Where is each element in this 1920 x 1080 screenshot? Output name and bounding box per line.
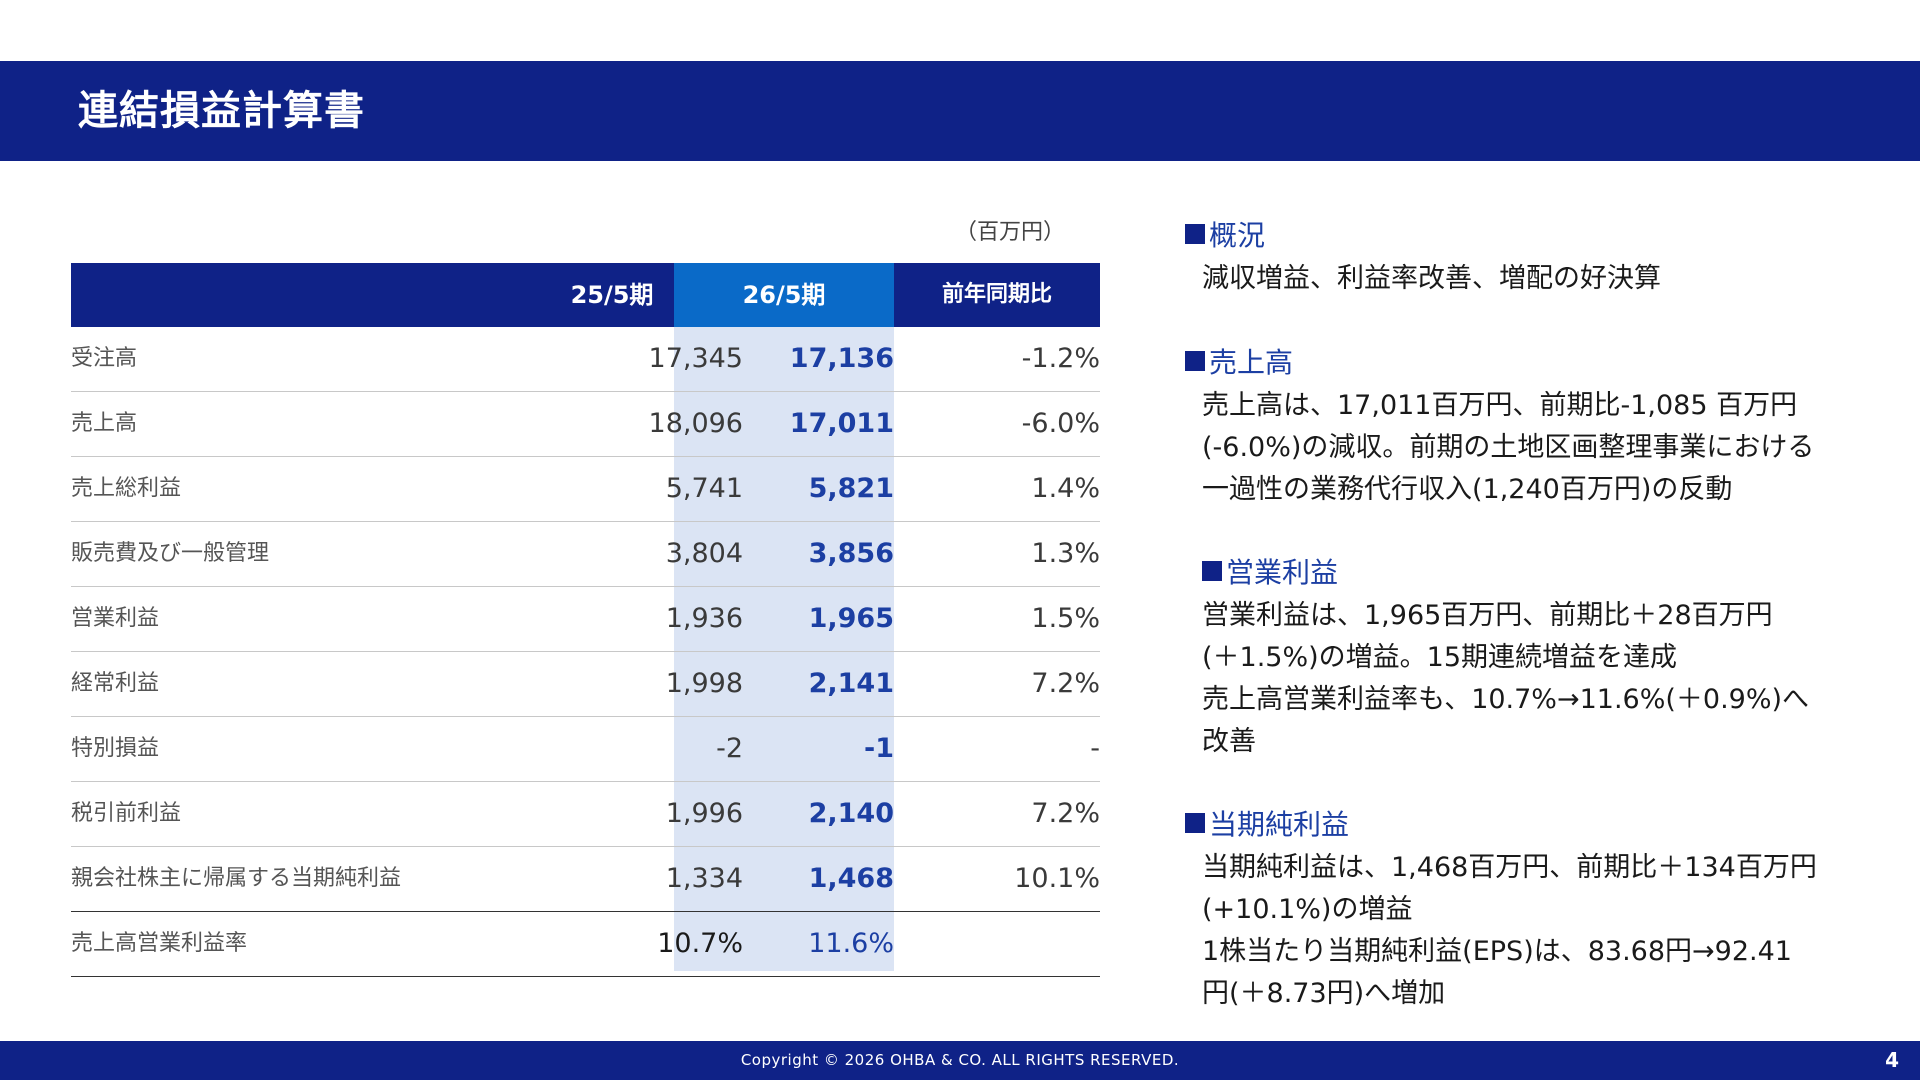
value-yoy: 1.4% <box>1031 473 1100 504</box>
table-row: 親会社株主に帰属する当期純利益 1,334 1,468 10.1% <box>71 847 1100 912</box>
page-title: 連結損益計算書 <box>78 88 365 134</box>
overview-line: 減収増益、利益率改善、増配の好決算 <box>1202 263 1661 294</box>
unit-label: （百万円） <box>955 220 1066 245</box>
row-label: 営業利益 <box>71 606 160 631</box>
value-curr: 11.6% <box>808 928 894 959</box>
value-yoy: 1.5% <box>1031 603 1100 634</box>
value-yoy: -1.2% <box>1021 343 1100 374</box>
value-curr: 17,011 <box>789 408 894 439</box>
value-yoy: -6.0% <box>1021 408 1100 439</box>
table-row: 受注高 17,345 17,136 -1.2% <box>71 327 1100 392</box>
sales-line: (-6.0%)の減収。前期の土地区画整理事業における <box>1202 432 1815 463</box>
table-row: 特別損益 -2 -1 - <box>71 717 1100 782</box>
net-income-line: (+10.1%)の増益 <box>1202 894 1413 925</box>
table-row: 経常利益 1,998 2,141 7.2% <box>71 652 1100 717</box>
value-yoy: 7.2% <box>1031 798 1100 829</box>
table-row: 税引前利益 1,996 2,140 7.2% <box>71 782 1100 847</box>
sales-heading: 売上高 <box>1185 341 1293 381</box>
row-label: 特別損益 <box>71 736 160 761</box>
operating-line: (＋1.5%)の増益。15期連続増益を達成 <box>1202 642 1678 673</box>
square-bullet-icon <box>1185 224 1205 244</box>
table-body: 受注高 17,345 17,136 -1.2% 売上高 18,096 17,01… <box>71 327 1100 977</box>
column-header-yoy: 前年同期比 <box>941 282 1052 307</box>
value-curr: 2,141 <box>808 668 894 699</box>
net-income-line: 1株当たり当期純利益(EPS)は、83.68円→92.41 <box>1202 936 1792 967</box>
table-row: 販売費及び一般管理 3,804 3,856 1.3% <box>71 522 1100 587</box>
copyright-text: Copyright © 2026 OHBA & CO. ALL RIGHTS R… <box>740 1051 1180 1069</box>
square-bullet-icon <box>1185 813 1205 833</box>
column-header-curr: 26/5期 <box>674 263 894 327</box>
page-number: 4 <box>1885 1048 1899 1072</box>
sales-line: 一過性の業務代行収入(1,240百万円)の反動 <box>1202 474 1733 505</box>
row-label: 売上総利益 <box>71 476 182 501</box>
net-income-line: 円(＋8.73円)へ増加 <box>1202 978 1446 1009</box>
operating-heading: 営業利益 <box>1202 551 1338 591</box>
footer-bar: Copyright © 2026 OHBA & CO. ALL RIGHTS R… <box>0 1041 1920 1080</box>
header-bar: 連結損益計算書 <box>0 61 1920 161</box>
value-yoy: - <box>1090 733 1100 764</box>
overview-heading: 概況 <box>1185 214 1265 254</box>
income-statement-table: 25/5期 26/5期 前年同期比 受注高 17,345 17,136 -1.2… <box>71 263 1100 977</box>
sales-line: 売上高は、17,011百万円、前期比-1,085 百万円 <box>1202 390 1798 421</box>
value-curr: 5,821 <box>808 473 894 504</box>
value-curr: 2,140 <box>808 798 894 829</box>
row-label: 販売費及び一般管理 <box>71 541 270 566</box>
row-label: 税引前利益 <box>71 801 182 826</box>
table-row: 営業利益 1,936 1,965 1.5% <box>71 587 1100 652</box>
net-income-line: 当期純利益は、1,468百万円、前期比＋134百万円 <box>1202 852 1817 883</box>
row-label: 売上高 <box>71 411 138 436</box>
operating-line: 営業利益は、1,965百万円、前期比＋28百万円 <box>1202 600 1773 631</box>
value-curr: 1,965 <box>808 603 894 634</box>
table-header: 25/5期 26/5期 前年同期比 <box>71 263 1100 327</box>
value-curr: 1,468 <box>808 863 894 894</box>
value-curr: 17,136 <box>789 343 894 374</box>
row-label: 経常利益 <box>71 671 160 696</box>
value-yoy: 1.3% <box>1031 538 1100 569</box>
operating-margin-row: 売上高営業利益率 10.7% 11.6% <box>71 912 1100 977</box>
value-yoy: 10.1% <box>1014 863 1100 894</box>
value-curr: 3,856 <box>808 538 894 569</box>
value-curr: -1 <box>864 733 894 764</box>
net-income-heading: 当期純利益 <box>1185 803 1349 843</box>
square-bullet-icon <box>1185 351 1205 371</box>
table-row: 売上総利益 5,741 5,821 1.4% <box>71 457 1100 522</box>
operating-line: 売上高営業利益率も、10.7%→11.6%(＋0.9%)へ <box>1202 684 1810 715</box>
row-label: 売上高営業利益率 <box>71 931 248 956</box>
row-label: 親会社株主に帰属する当期純利益 <box>71 866 402 891</box>
row-label: 受注高 <box>71 346 138 371</box>
square-bullet-icon <box>1202 561 1222 581</box>
operating-line: 改善 <box>1202 726 1256 757</box>
table-row: 売上高 18,096 17,011 -6.0% <box>71 392 1100 457</box>
value-yoy: 7.2% <box>1031 668 1100 699</box>
